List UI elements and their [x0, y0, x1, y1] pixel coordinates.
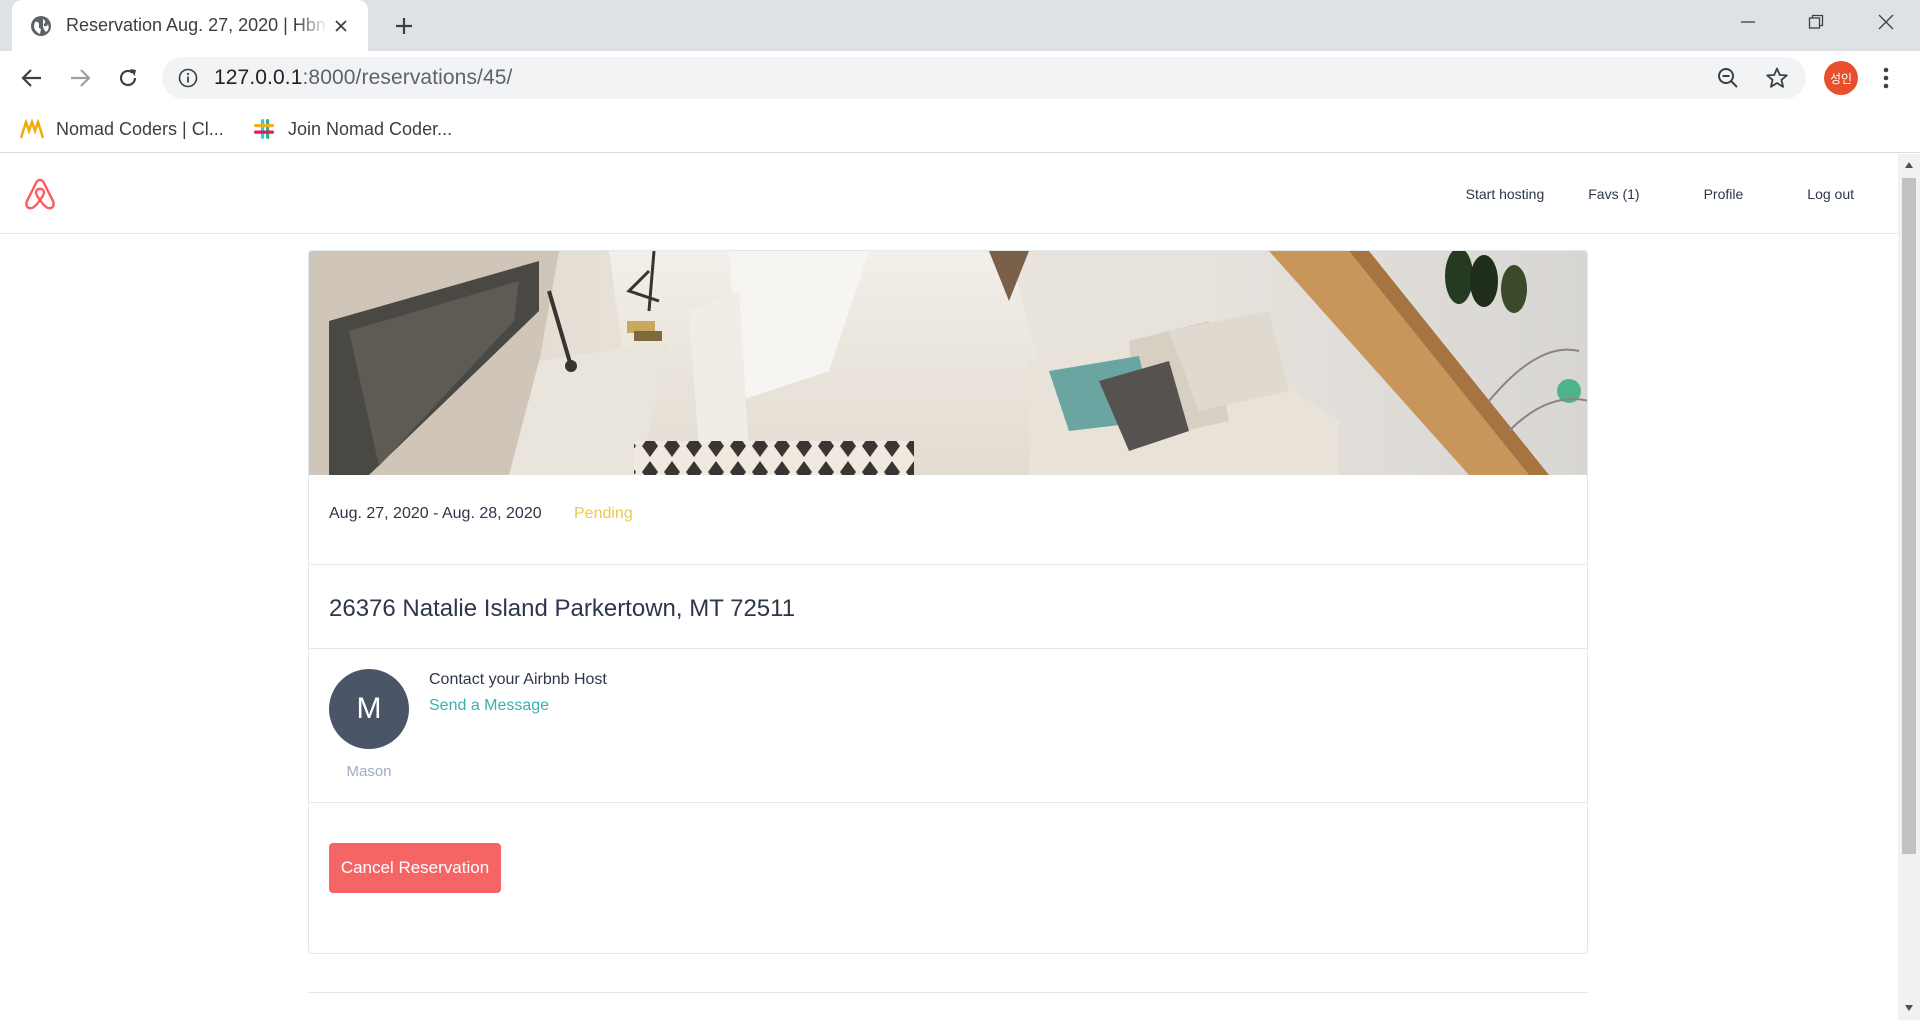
reservation-card: Aug. 27, 2020 - Aug. 28, 2020 Pending 26… — [308, 250, 1588, 954]
actions-row: Cancel Reservation — [309, 803, 1587, 953]
forward-arrow-icon[interactable] — [62, 60, 98, 96]
bookmarks-bar: Nomad Coders | Cl... Join Nomad Coder... — [0, 105, 1920, 153]
contact-host-title: Contact your Airbnb Host — [429, 671, 607, 688]
nomad-logo-icon — [20, 117, 44, 141]
host-name: Mason — [346, 763, 392, 780]
restore-icon[interactable] — [1782, 0, 1850, 44]
site-nav: Start hosting Favs (1) Profile Log out — [1466, 154, 1898, 234]
tab-close-icon[interactable] — [328, 13, 354, 39]
back-arrow-icon[interactable] — [14, 60, 50, 96]
scroll-down-icon[interactable] — [1903, 1002, 1915, 1014]
tab-title: Reservation Aug. 27, 2020 | Hbnb — [66, 15, 328, 35]
nav-profile[interactable]: Profile — [1704, 186, 1744, 202]
more-menu-icon[interactable] — [1872, 61, 1900, 95]
nav-favs[interactable]: Favs (1) — [1588, 186, 1639, 202]
url-text[interactable]: 127.0.0.1:8000/reservations/45/ — [214, 57, 512, 99]
nav-start-hosting[interactable]: Start hosting — [1466, 186, 1545, 202]
bookmark-label: Join Nomad Coder... — [288, 118, 453, 139]
browser-toolbar: 127.0.0.1:8000/reservations/45/ 성인 — [0, 51, 1920, 105]
browser-tab[interactable]: Reservation Aug. 27, 2020 | Hbnb — [12, 0, 368, 51]
dates-row: Aug. 27, 2020 - Aug. 28, 2020 Pending — [309, 475, 1587, 565]
airbnb-logo-icon[interactable] — [22, 176, 58, 212]
info-icon[interactable] — [176, 66, 200, 90]
minimize-icon[interactable] — [1714, 0, 1782, 44]
address-bar[interactable]: 127.0.0.1:8000/reservations/45/ — [162, 57, 1806, 99]
tab-strip: Reservation Aug. 27, 2020 | Hbnb — [0, 0, 1920, 51]
new-tab-icon[interactable] — [388, 10, 420, 42]
host-avatar[interactable]: M — [329, 669, 409, 749]
nav-log-out[interactable]: Log out — [1807, 186, 1854, 202]
cancel-reservation-button[interactable]: Cancel Reservation — [329, 843, 501, 893]
page-scrollbar[interactable] — [1898, 154, 1920, 1020]
slack-icon — [252, 117, 276, 141]
close-window-icon[interactable] — [1852, 0, 1920, 44]
url-path: :8000/reservations/45/ — [302, 66, 513, 89]
bookmark-nomad-coders[interactable]: Nomad Coders | Cl... — [20, 113, 224, 145]
page-viewport: Start hosting Favs (1) Profile Log out A… — [0, 154, 1898, 1020]
send-message-link[interactable]: Send a Message — [429, 697, 549, 715]
reload-icon[interactable] — [110, 60, 146, 96]
room-photo — [309, 251, 1587, 475]
zoom-icon[interactable] — [1714, 64, 1742, 92]
footer-divider — [308, 992, 1588, 993]
url-host: 127.0.0.1 — [214, 66, 303, 89]
host-row: M Mason Contact your Airbnb Host Send a … — [309, 649, 1587, 803]
reservation-dates: Aug. 27, 2020 - Aug. 28, 2020 — [329, 505, 542, 522]
room-address: 26376 Natalie Island Parkertown, MT 7251… — [329, 595, 796, 622]
scrollbar-thumb[interactable] — [1902, 178, 1916, 854]
profile-avatar[interactable]: 성인 — [1824, 61, 1858, 95]
status-badge: Pending — [574, 505, 633, 522]
bookmark-label: Nomad Coders | Cl... — [56, 118, 224, 139]
globe-icon — [30, 15, 52, 37]
address-row: 26376 Natalie Island Parkertown, MT 7251… — [309, 565, 1587, 649]
site-header: Start hosting Favs (1) Profile Log out — [0, 154, 1898, 234]
scroll-up-icon[interactable] — [1903, 159, 1915, 171]
bookmark-join-nomad[interactable]: Join Nomad Coder... — [252, 113, 452, 145]
star-bookmark-icon[interactable] — [1763, 64, 1791, 92]
